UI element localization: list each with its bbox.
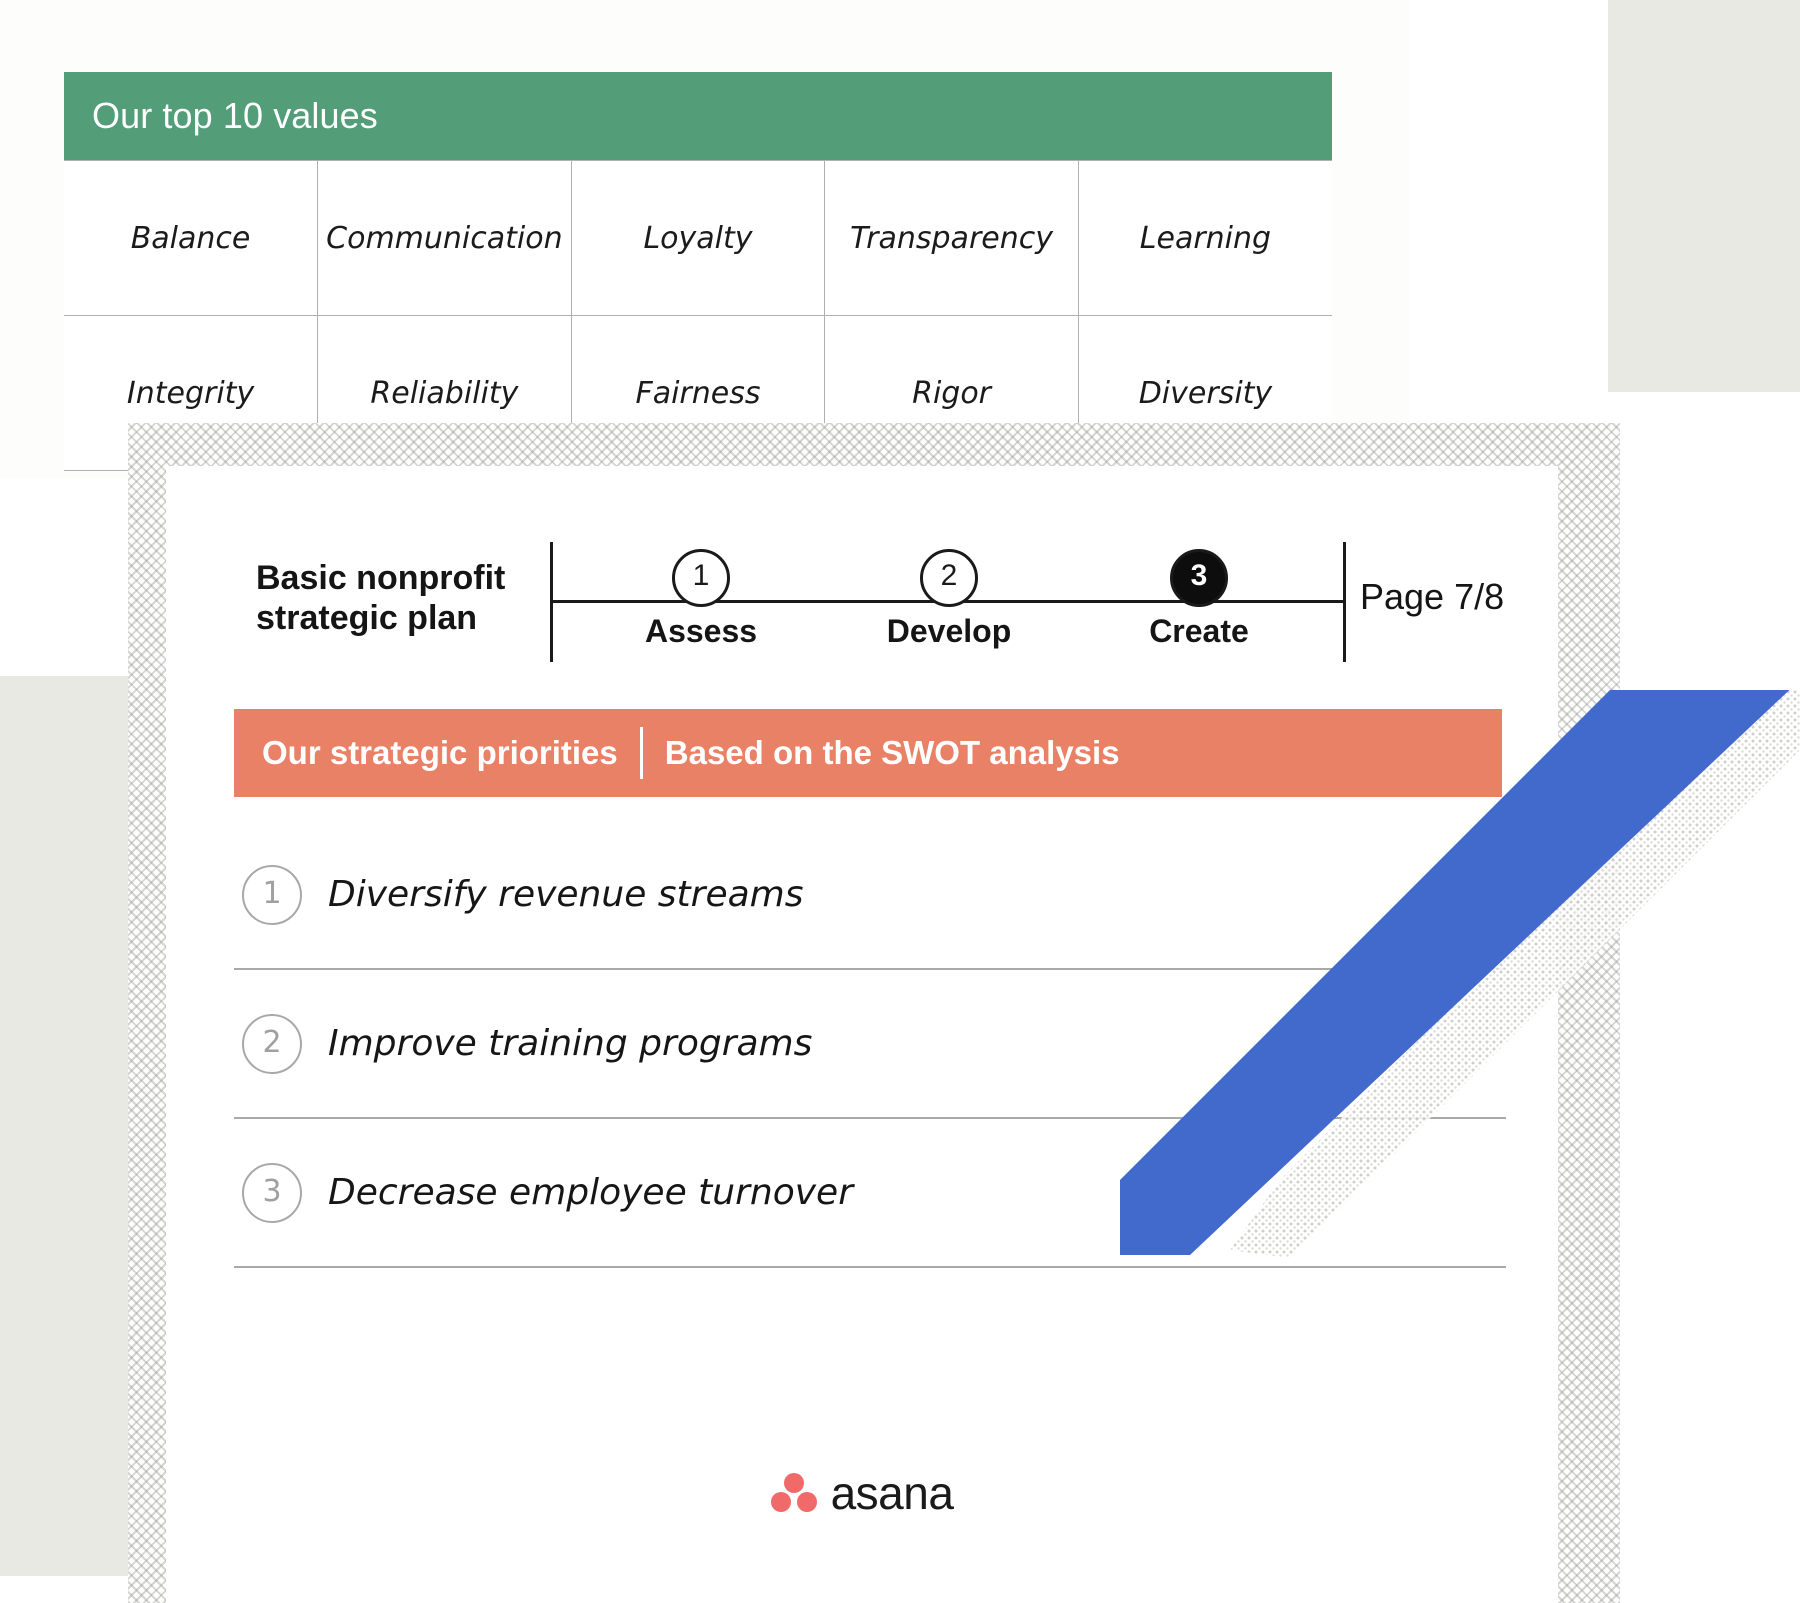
plan-header-row: Basic nonprofit strategic plan 1 Assess … bbox=[256, 542, 1518, 662]
step-number-badge: 3 bbox=[1170, 549, 1228, 607]
step-label: Create bbox=[1149, 613, 1249, 649]
header-divider-right bbox=[1343, 542, 1346, 662]
page-counter: Page 7/8 bbox=[1360, 576, 1505, 617]
asana-wordmark: asana bbox=[830, 1467, 954, 1519]
asana-dot-right bbox=[796, 1492, 817, 1512]
table-row: Balance Communication Loyalty Transparen… bbox=[64, 160, 1332, 316]
asana-logo: asana bbox=[166, 1466, 1558, 1520]
value-cell: Loyalty bbox=[570, 160, 826, 316]
asana-dot-left bbox=[770, 1492, 791, 1512]
value-cell: Transparency bbox=[824, 160, 1079, 316]
list-item[interactable]: 1 Diversify revenue streams bbox=[234, 821, 1506, 970]
strategic-plan-card: Basic nonprofit strategic plan 1 Assess … bbox=[166, 466, 1558, 1603]
priority-number-badge: 3 bbox=[242, 1162, 302, 1223]
step-number-badge: 2 bbox=[920, 549, 978, 607]
values-header-title: Our top 10 values bbox=[92, 95, 378, 136]
priority-number-badge: 2 bbox=[242, 1013, 302, 1074]
banner-separator bbox=[639, 727, 643, 779]
step-label: Assess bbox=[644, 613, 758, 649]
banner-right-label: Based on the SWOT analysis bbox=[664, 734, 1120, 771]
value-cell: Learning bbox=[1077, 160, 1332, 316]
stepper-step-create[interactable]: 3 Create bbox=[1099, 542, 1299, 650]
progress-stepper: 1 Assess 2 Develop 3 Create bbox=[553, 542, 1343, 662]
page-title-line-1: Basic nonprofit bbox=[256, 559, 506, 597]
asana-logo-icon bbox=[770, 1473, 817, 1513]
background-block-top-right bbox=[1608, 0, 1800, 392]
priority-number-badge: 1 bbox=[242, 864, 302, 925]
value-cell: Communication bbox=[317, 160, 572, 316]
priority-text: Diversify revenue streams bbox=[328, 874, 804, 915]
asana-dot-top bbox=[783, 1473, 804, 1493]
priorities-banner: Our strategic priorities Based on the SW… bbox=[234, 709, 1502, 797]
list-item[interactable]: 2 Improve training programs bbox=[234, 970, 1506, 1119]
value-cell: Balance bbox=[64, 160, 319, 316]
stepper-step-develop[interactable]: 2 Develop bbox=[849, 542, 1049, 650]
list-item[interactable]: 3 Decrease employee turnover bbox=[234, 1119, 1506, 1268]
values-card: Our top 10 values Balance Communication … bbox=[0, 0, 1410, 478]
priority-text: Improve training programs bbox=[328, 1023, 813, 1064]
page-title: Basic nonprofit strategic plan bbox=[256, 558, 542, 638]
step-label: Develop bbox=[886, 613, 1012, 649]
priority-text: Decrease employee turnover bbox=[328, 1172, 853, 1213]
stepper-step-assess[interactable]: 1 Assess bbox=[601, 542, 801, 650]
priority-list: 1 Diversify revenue streams 2 Improve tr… bbox=[234, 821, 1506, 1268]
banner-left-label: Our strategic priorities bbox=[262, 734, 618, 771]
step-number-badge: 1 bbox=[672, 549, 730, 607]
values-header: Our top 10 values bbox=[64, 72, 1332, 160]
page-canvas: Our top 10 values Balance Communication … bbox=[0, 0, 1800, 1603]
page-title-line-2: strategic plan bbox=[256, 599, 478, 638]
